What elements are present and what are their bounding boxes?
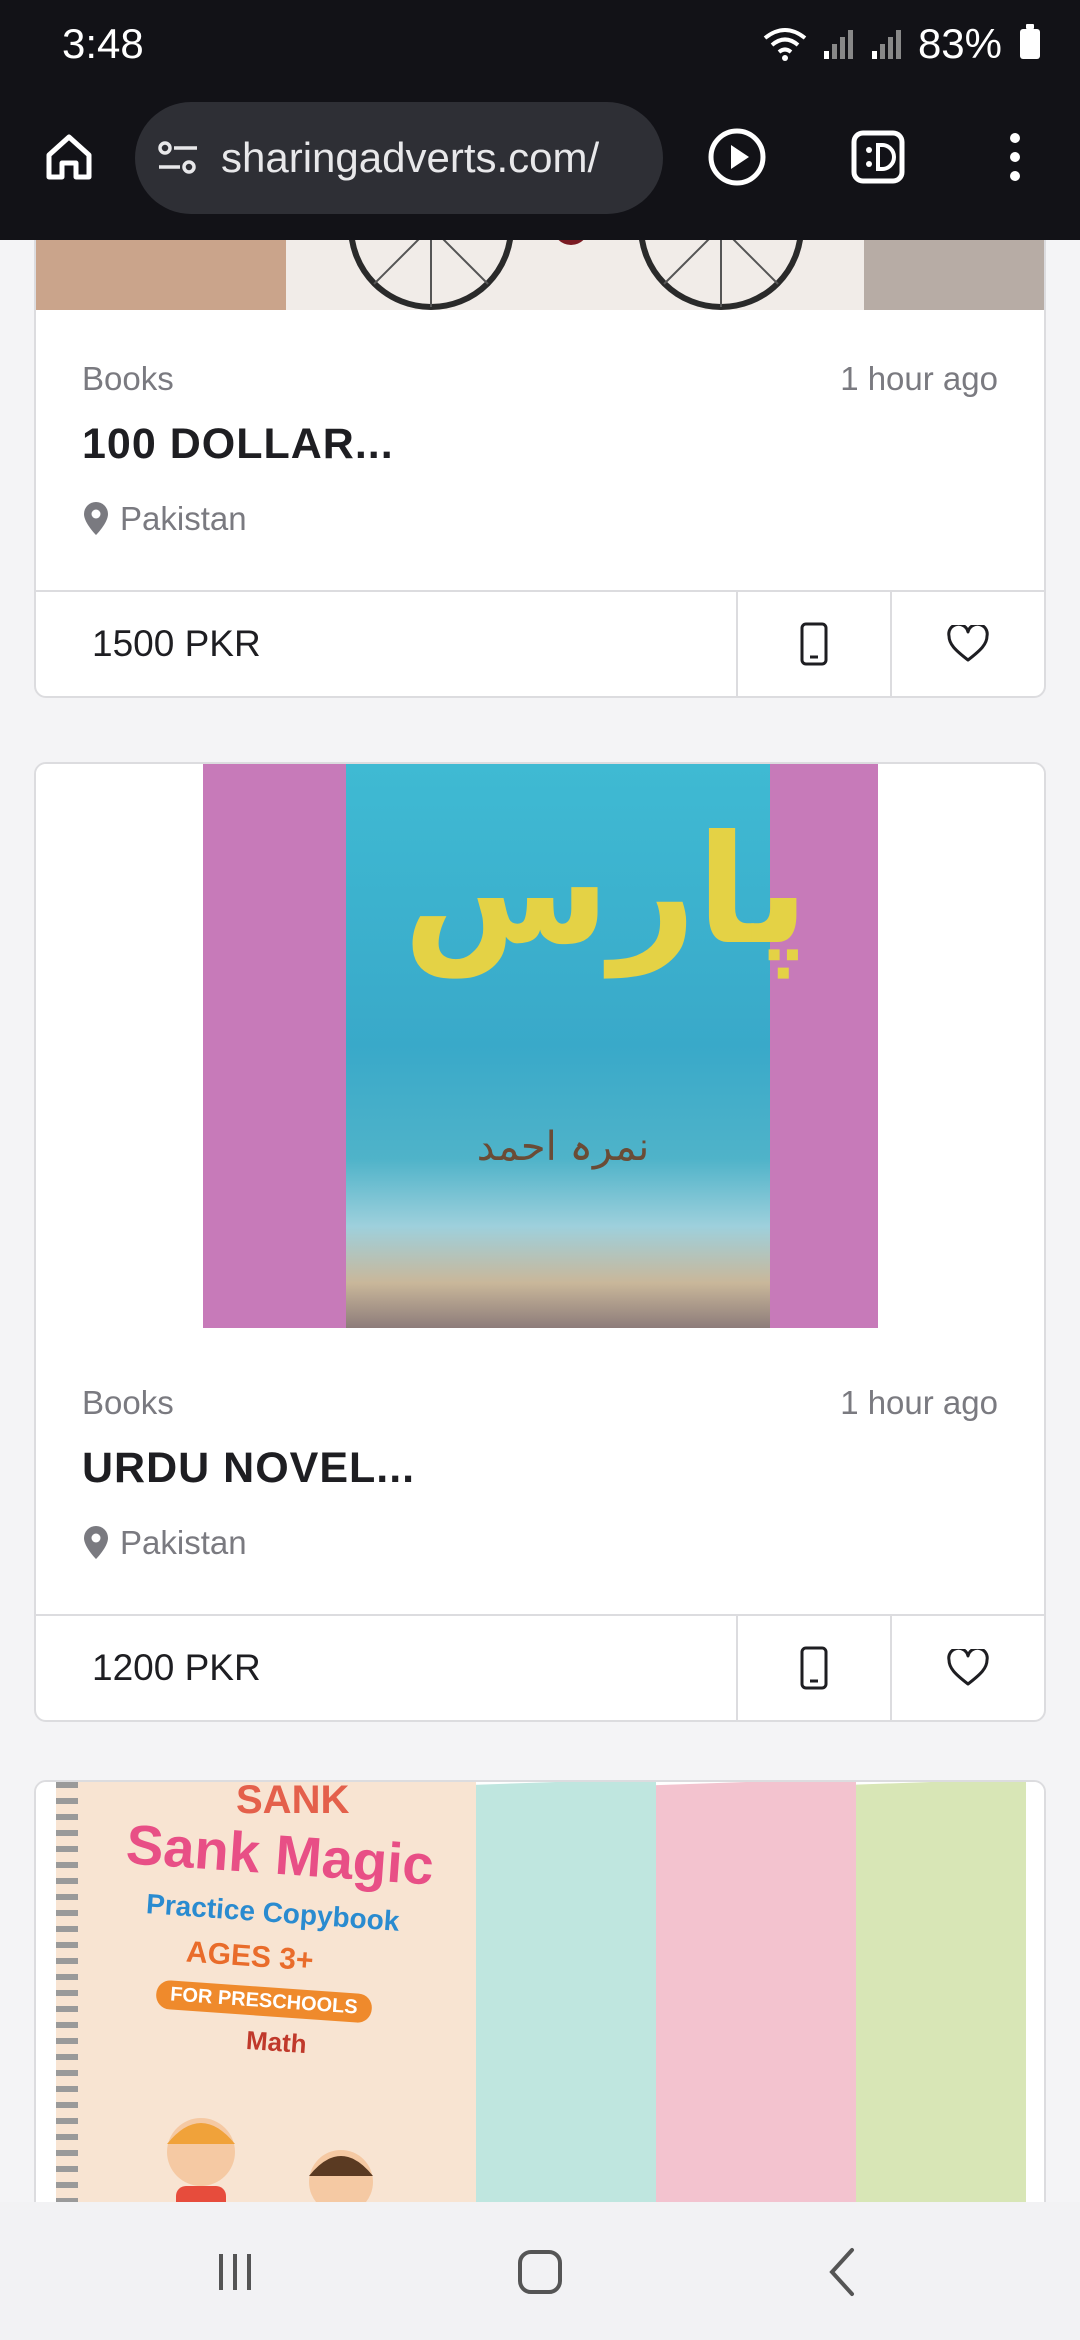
call-button[interactable]	[736, 592, 890, 696]
recent-apps-button[interactable]	[195, 2232, 275, 2312]
phone-icon	[800, 622, 828, 666]
location-text: Pakistan	[120, 500, 247, 537]
book-cover-author: نمرہ احمد	[476, 1124, 650, 1170]
battery-icon	[1020, 24, 1040, 59]
home-square-icon	[518, 2250, 562, 2294]
favorite-button[interactable]	[890, 1616, 1044, 1720]
recents-icon	[219, 2254, 251, 2290]
emoji-extension-icon	[851, 130, 905, 184]
book-cover-title: پارس	[403, 804, 809, 978]
home-button[interactable]	[34, 122, 104, 192]
wifi-icon	[763, 28, 807, 61]
status-bar: 3:48 83%	[0, 0, 1080, 90]
listing-info: Books 1 hour ago URDU NOVEL... Pakistan	[36, 1334, 1044, 1614]
listing-price: 1200 PKR	[92, 1647, 261, 1688]
heart-icon	[947, 1649, 989, 1686]
browser-toolbar: sharingadverts.com/	[0, 90, 1080, 240]
location-text: Pakistan	[120, 1524, 247, 1561]
kids-illustration	[167, 2118, 373, 2202]
listing-time: 1 hour ago	[840, 360, 998, 397]
call-button[interactable]	[736, 1616, 890, 1720]
listing-footer: 1500 PKR	[36, 590, 1044, 696]
play-circle-icon	[708, 128, 766, 186]
book-cover-image: پارس نمرہ احمد	[203, 764, 878, 1328]
listing-info: Books 1 hour ago 100 DOLLAR... Pakistan	[36, 310, 1044, 590]
home-nav-button[interactable]	[500, 2232, 580, 2312]
listing-image[interactable]: پارس نمرہ احمد	[36, 764, 1044, 1334]
listing-card[interactable]: پارس نمرہ احمد Books 1 hour ago URDU NOV…	[34, 762, 1046, 1722]
listing-location: Pakistan	[82, 500, 247, 538]
copybook-subtitle: Practice Copybook	[145, 1888, 401, 1937]
bicycle-image	[349, 240, 803, 310]
favorite-button[interactable]	[890, 592, 1044, 696]
listing-card[interactable]: SANK Sank Magic Practice Copybook AGES 3…	[34, 1780, 1046, 2202]
status-time: 3:48	[62, 20, 144, 67]
listing-title[interactable]: 100 DOLLAR...	[82, 420, 394, 469]
listing-category: Books	[82, 360, 174, 397]
copybook-brand: SANK	[236, 1782, 350, 1822]
listing-title[interactable]: URDU NOVEL...	[82, 1444, 415, 1493]
location-pin-icon	[84, 1526, 108, 1559]
copybook-4	[836, 1782, 1026, 2202]
more-vert-icon	[1010, 133, 1020, 181]
copybook-title: Sank Magic	[124, 1812, 436, 1897]
back-button[interactable]	[802, 2232, 882, 2312]
listing-card[interactable]: Books 1 hour ago 100 DOLLAR... Pakistan …	[34, 240, 1046, 698]
address-bar[interactable]: sharingadverts.com/	[135, 102, 663, 214]
copybook-band: FOR PRESCHOOLS	[155, 1979, 373, 2024]
listing-image[interactable]: SANK Sank Magic Practice Copybook AGES 3…	[36, 1782, 1044, 2202]
home-icon	[46, 134, 92, 180]
status-icons: 83%	[762, 20, 1040, 68]
battery-percent: 83%	[917, 20, 1002, 67]
copybook-3	[636, 1782, 856, 2202]
listing-location: Pakistan	[82, 1524, 247, 1562]
location-pin-icon	[84, 502, 108, 535]
extension-button[interactable]	[843, 122, 913, 192]
site-settings-icon	[158, 141, 197, 174]
url-text: sharingadverts.com/	[221, 134, 600, 181]
listing-time: 1 hour ago	[840, 1384, 998, 1421]
listing-category: Books	[82, 1384, 174, 1421]
listing-footer: 1200 PKR	[36, 1614, 1044, 1720]
copybook-ages: AGES 3+	[185, 1935, 315, 1978]
listing-price: 1500 PKR	[92, 623, 261, 664]
signal-icon	[823, 30, 853, 59]
page-content: Books 1 hour ago 100 DOLLAR... Pakistan …	[0, 240, 1080, 2202]
more-menu-button[interactable]	[980, 122, 1050, 192]
copybook-1: SANK Sank Magic Practice Copybook AGES 3…	[56, 1782, 476, 2202]
copybook-2	[456, 1782, 656, 2202]
listing-image[interactable]	[36, 240, 1044, 310]
signal-icon-2	[871, 30, 901, 59]
play-button[interactable]	[702, 122, 772, 192]
heart-icon	[947, 625, 989, 662]
back-chevron-icon	[829, 2248, 854, 2296]
phone-icon	[800, 1646, 828, 1690]
system-nav-bar	[0, 2202, 1080, 2340]
copybook-subject: Math	[245, 2024, 308, 2060]
